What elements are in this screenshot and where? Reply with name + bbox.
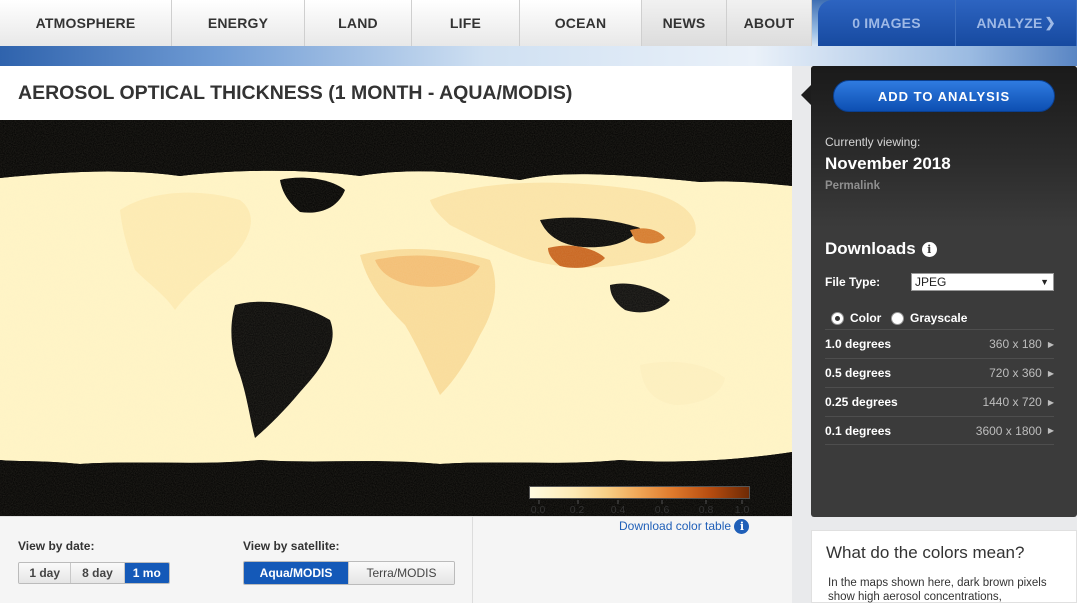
color-scale-ticks	[538, 500, 743, 504]
tab-energy[interactable]: ENERGY	[172, 0, 305, 46]
currently-viewing-value: November 2018	[825, 154, 951, 173]
help-body: In the maps shown here, dark brown pixel…	[828, 577, 1047, 603]
date-1mo-button[interactable]: 1 mo	[124, 563, 169, 583]
date-8day-button[interactable]: 8 day	[71, 563, 125, 583]
resolution-name: 0.25 degrees	[825, 395, 898, 409]
resolution-size: 3600 x 1800	[975, 423, 1042, 438]
tab-label: OCEAN	[554, 15, 607, 31]
chevron-right-icon: ❯	[1044, 15, 1056, 30]
download-color-table-text: Download color table	[619, 519, 732, 533]
world-map-image	[0, 120, 792, 516]
tab-land[interactable]: LAND	[305, 0, 412, 46]
top-nav: ATMOSPHERE ENERGY LAND LIFE OCEAN NEWS A…	[0, 0, 1077, 46]
resolution-row[interactable]: 0.25 degrees 1440 x 720 ▶	[825, 387, 1054, 416]
permalink-link[interactable]: Permalink	[825, 180, 880, 192]
file-type-label: File Type:	[825, 275, 881, 289]
tab-images[interactable]: 0 IMAGES	[818, 0, 956, 46]
tab-life[interactable]: LIFE	[412, 0, 520, 46]
satellite-selector: Aqua/MODIS Terra/MODIS	[243, 561, 455, 585]
download-color-table-link[interactable]: Download color table i	[619, 519, 750, 535]
downloads-title: Downloads	[825, 239, 916, 258]
info-icon[interactable]: i	[734, 519, 750, 535]
chevron-right-icon: ▶	[1047, 397, 1054, 407]
resolution-name: 0.5 degrees	[825, 366, 892, 380]
color-help-panel: What do the colors mean? In the maps sho…	[811, 530, 1077, 603]
tab-label: ATMOSPHERE	[35, 15, 136, 31]
resolution-row[interactable]: 0.1 degrees 3600 x 1800 ▶	[825, 416, 1054, 445]
tab-label: LAND	[338, 15, 378, 31]
legend-tick-label: 0.6	[654, 504, 670, 516]
tab-label: ANALYZE	[976, 15, 1043, 31]
color-radio-label: Color	[850, 311, 882, 325]
tab-label: ENERGY	[207, 15, 269, 31]
date-selector: 1 day 8 day 1 mo	[18, 562, 170, 584]
chevron-right-icon: ▶	[1047, 368, 1054, 378]
color-radio[interactable]: Color	[831, 311, 881, 325]
resolution-name: 0.1 degrees	[825, 423, 892, 438]
tab-label: 0 IMAGES	[852, 15, 921, 31]
resolution-size: 360 x 180	[989, 337, 1042, 351]
sidebar: ADD TO ANALYSIS Currently viewing: Novem…	[811, 66, 1077, 517]
resolution-row[interactable]: 0.5 degrees 720 x 360 ▶	[825, 358, 1054, 387]
view-by-date-label: View by date:	[18, 539, 95, 553]
dropdown-arrow-icon: ▼	[1040, 277, 1049, 287]
color-scale-bar	[529, 486, 750, 499]
tab-label: ABOUT	[743, 15, 795, 31]
chevron-right-icon: ▶	[1047, 339, 1054, 349]
grayscale-radio-label: Grayscale	[910, 311, 968, 325]
resolution-name: 1.0 degrees	[825, 337, 892, 351]
aerosol-map[interactable]	[0, 120, 792, 516]
legend-tick-label: 1.0	[734, 504, 750, 516]
chevron-right-icon: ▶	[1047, 426, 1054, 435]
info-icon[interactable]: i	[921, 241, 937, 257]
tab-ocean[interactable]: OCEAN	[520, 0, 642, 46]
page-title: AEROSOL OPTICAL THICKNESS (1 MONTH - AQU…	[18, 82, 573, 104]
legend-tick-label: 0.4	[610, 504, 626, 516]
legend-tick-label: 0.2	[569, 504, 585, 516]
resolution-row[interactable]: 1.0 degrees 360 x 180 ▶	[825, 329, 1054, 358]
resolution-size: 720 x 360	[989, 366, 1042, 380]
satellite-terra-button[interactable]: Terra/MODIS	[349, 562, 454, 584]
legend-tick-label: 0.8	[698, 504, 714, 516]
resolution-size: 1440 x 720	[982, 395, 1042, 409]
view-by-satellite-label: View by satellite:	[243, 539, 340, 553]
tab-analyze[interactable]: ANALYZE ❯	[956, 0, 1077, 46]
file-type-value: JPEG	[915, 275, 947, 289]
tab-news[interactable]: NEWS	[642, 0, 727, 46]
downloads-heading: Downloads i	[825, 239, 937, 259]
satellite-aqua-button[interactable]: Aqua/MODIS	[244, 562, 349, 584]
tab-about[interactable]: ABOUT	[727, 0, 812, 46]
divider	[472, 517, 473, 603]
add-to-analysis-button[interactable]: ADD TO ANALYSIS	[833, 80, 1055, 112]
date-1day-button[interactable]: 1 day	[19, 563, 72, 583]
tab-atmosphere[interactable]: ATMOSPHERE	[0, 0, 172, 46]
radio-selected-icon	[831, 311, 844, 325]
radio-unselected-icon	[891, 311, 904, 325]
legend-tick-label: 0.0	[530, 504, 546, 516]
tab-label: NEWS	[662, 15, 706, 31]
grayscale-radio[interactable]: Grayscale	[891, 311, 967, 325]
tab-label: LIFE	[449, 15, 482, 31]
help-title: What do the colors mean?	[826, 543, 1025, 562]
currently-viewing-label: Currently viewing:	[825, 135, 921, 149]
file-type-select[interactable]: JPEG ▼	[911, 273, 1054, 291]
